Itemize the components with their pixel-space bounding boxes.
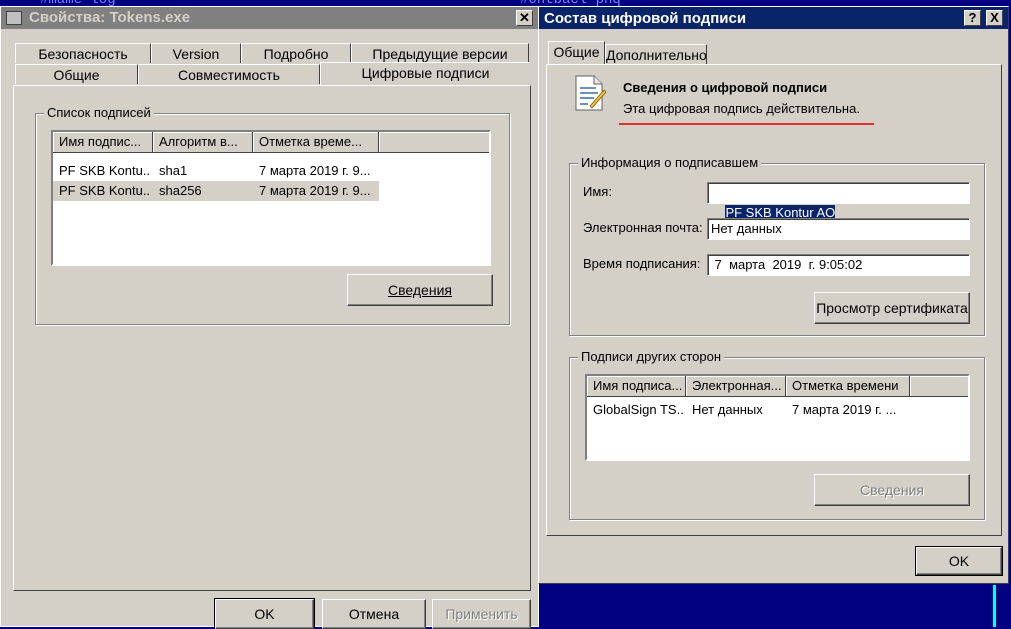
cell-algorithm: sha256 <box>159 183 202 198</box>
close-icon: ✕ <box>519 10 530 25</box>
tab-label: Подробно <box>263 46 329 62</box>
ok-button[interactable]: OK <box>915 546 1003 576</box>
button-label: Сведения <box>860 482 924 498</box>
button-label: OK <box>254 606 275 622</box>
group-label: Информация о подписавшем <box>578 155 762 170</box>
cell-name: PF SKB Kontu... <box>59 183 151 198</box>
help-icon: ? <box>968 10 977 25</box>
email-field[interactable]: Нет данных <box>707 218 970 240</box>
button-label: OK <box>948 553 970 569</box>
table-row[interactable]: GlobalSign TS... Нет данных 7 марта 2019… <box>587 400 968 420</box>
details-button[interactable]: Сведения <box>347 274 493 306</box>
tab-label: Version <box>172 46 220 62</box>
status-underline <box>619 123 874 125</box>
column-header-timestamp[interactable]: Отметка време... <box>253 132 379 153</box>
desktop-strip <box>993 585 996 627</box>
tab-label: Предыдущие версии <box>372 46 508 62</box>
tab-label: Дополнительно <box>606 47 707 63</box>
view-certificate-button[interactable]: Просмотр сертификата <box>814 292 970 324</box>
properties-titlebar[interactable]: Свойства: Tokens.exe ✕ <box>1 7 538 29</box>
button-label: Просмотр сертификата <box>816 300 968 316</box>
signing-time-field[interactable]: 7 марта 2019 г. 9:05:02 <box>707 254 970 276</box>
column-header-name[interactable]: Имя подписа... <box>587 376 686 397</box>
cell-name: PF SKB Kontu... <box>59 163 151 178</box>
column-header-filler <box>910 376 968 397</box>
email-label: Электронная почта: <box>583 220 703 235</box>
countersignature-list[interactable]: Имя подписа... Электронная... Отметка вр… <box>585 374 970 461</box>
signature-list[interactable]: Имя подпис... Алгоритм в... Отметка врем… <box>51 130 491 266</box>
time-label: Время подписания: <box>583 256 701 271</box>
table-row[interactable]: PF SKB Kontu... sha1 7 марта 2019 г. 9..… <box>53 161 379 181</box>
tab-label: Безопасность <box>38 46 128 62</box>
tab-version[interactable]: Version <box>151 43 241 63</box>
tab-advanced[interactable]: Дополнительно <box>605 44 707 65</box>
cancel-button[interactable]: Отмена <box>322 599 426 629</box>
column-header-filler <box>379 132 489 153</box>
group-label: Подписи других сторон <box>578 349 725 364</box>
column-header-name[interactable]: Имя подпис... <box>53 132 153 153</box>
signature-details-window: Состав цифровой подписи ? X Общие Дополн… <box>538 6 1009 584</box>
close-button[interactable]: ✕ <box>516 10 533 26</box>
table-row[interactable]: PF SKB Kontu... sha256 7 марта 2019 г. 9… <box>53 181 379 201</box>
cell-email: Нет данных <box>692 402 763 417</box>
tab-label: Цифровые подписи <box>361 65 490 81</box>
group-label: Список подписей <box>44 105 154 120</box>
countersignature-details-button[interactable]: Сведения <box>814 474 970 506</box>
button-label: Сведения <box>388 282 452 298</box>
cell-timestamp: 7 марта 2019 г. ... <box>792 402 897 417</box>
column-header-email[interactable]: Электронная... <box>686 376 786 397</box>
tab-label: Общие <box>553 44 600 60</box>
button-label: Отмена <box>348 606 400 622</box>
tab-digital-signatures[interactable]: Цифровые подписи <box>320 62 530 86</box>
name-label: Имя: <box>583 184 612 199</box>
tab-label: Совместимость <box>178 67 280 83</box>
close-icon: X <box>990 10 999 25</box>
cell-timestamp: 7 марта 2019 г. 9... <box>259 183 371 198</box>
tab-general[interactable]: Общие <box>548 41 605 65</box>
app-icon <box>6 11 22 25</box>
properties-window: Свойства: Tokens.exe ✕ Безопасность Vers… <box>0 6 539 629</box>
signature-title: Состав цифровой подписи <box>544 10 747 27</box>
tab-compatibility[interactable]: Совместимость <box>138 64 320 84</box>
name-field[interactable]: PF SKB Kontur AO <box>707 182 970 220</box>
tab-security[interactable]: Безопасность <box>15 43 151 63</box>
cell-timestamp: 7 марта 2019 г. 9... <box>259 163 371 178</box>
signature-titlebar[interactable]: Состав цифровой подписи ? X <box>539 7 1008 29</box>
button-label: Применить <box>445 606 518 622</box>
certificate-document-icon <box>574 74 607 112</box>
cell-name: GlobalSign TS... <box>593 402 685 417</box>
tab-details[interactable]: Подробно <box>241 43 351 63</box>
cell-algorithm: sha1 <box>159 163 188 178</box>
column-header-timestamp[interactable]: Отметка времени <box>786 376 910 397</box>
tab-general[interactable]: Общие <box>15 64 138 84</box>
ok-button[interactable]: OK <box>214 598 315 629</box>
column-header-algorithm[interactable]: Алгоритм в... <box>153 132 253 153</box>
tab-previous-versions[interactable]: Предыдущие версии <box>351 43 529 63</box>
close-button[interactable]: X <box>986 10 1003 26</box>
signature-info-title: Сведения о цифровой подписи <box>623 80 828 95</box>
signature-status: Эта цифровая подпись действительна. <box>623 101 860 116</box>
properties-title: Свойства: Tokens.exe <box>29 9 191 26</box>
apply-button[interactable]: Применить <box>432 599 531 629</box>
help-button[interactable]: ? <box>964 10 981 26</box>
tab-label: Общие <box>53 67 100 83</box>
